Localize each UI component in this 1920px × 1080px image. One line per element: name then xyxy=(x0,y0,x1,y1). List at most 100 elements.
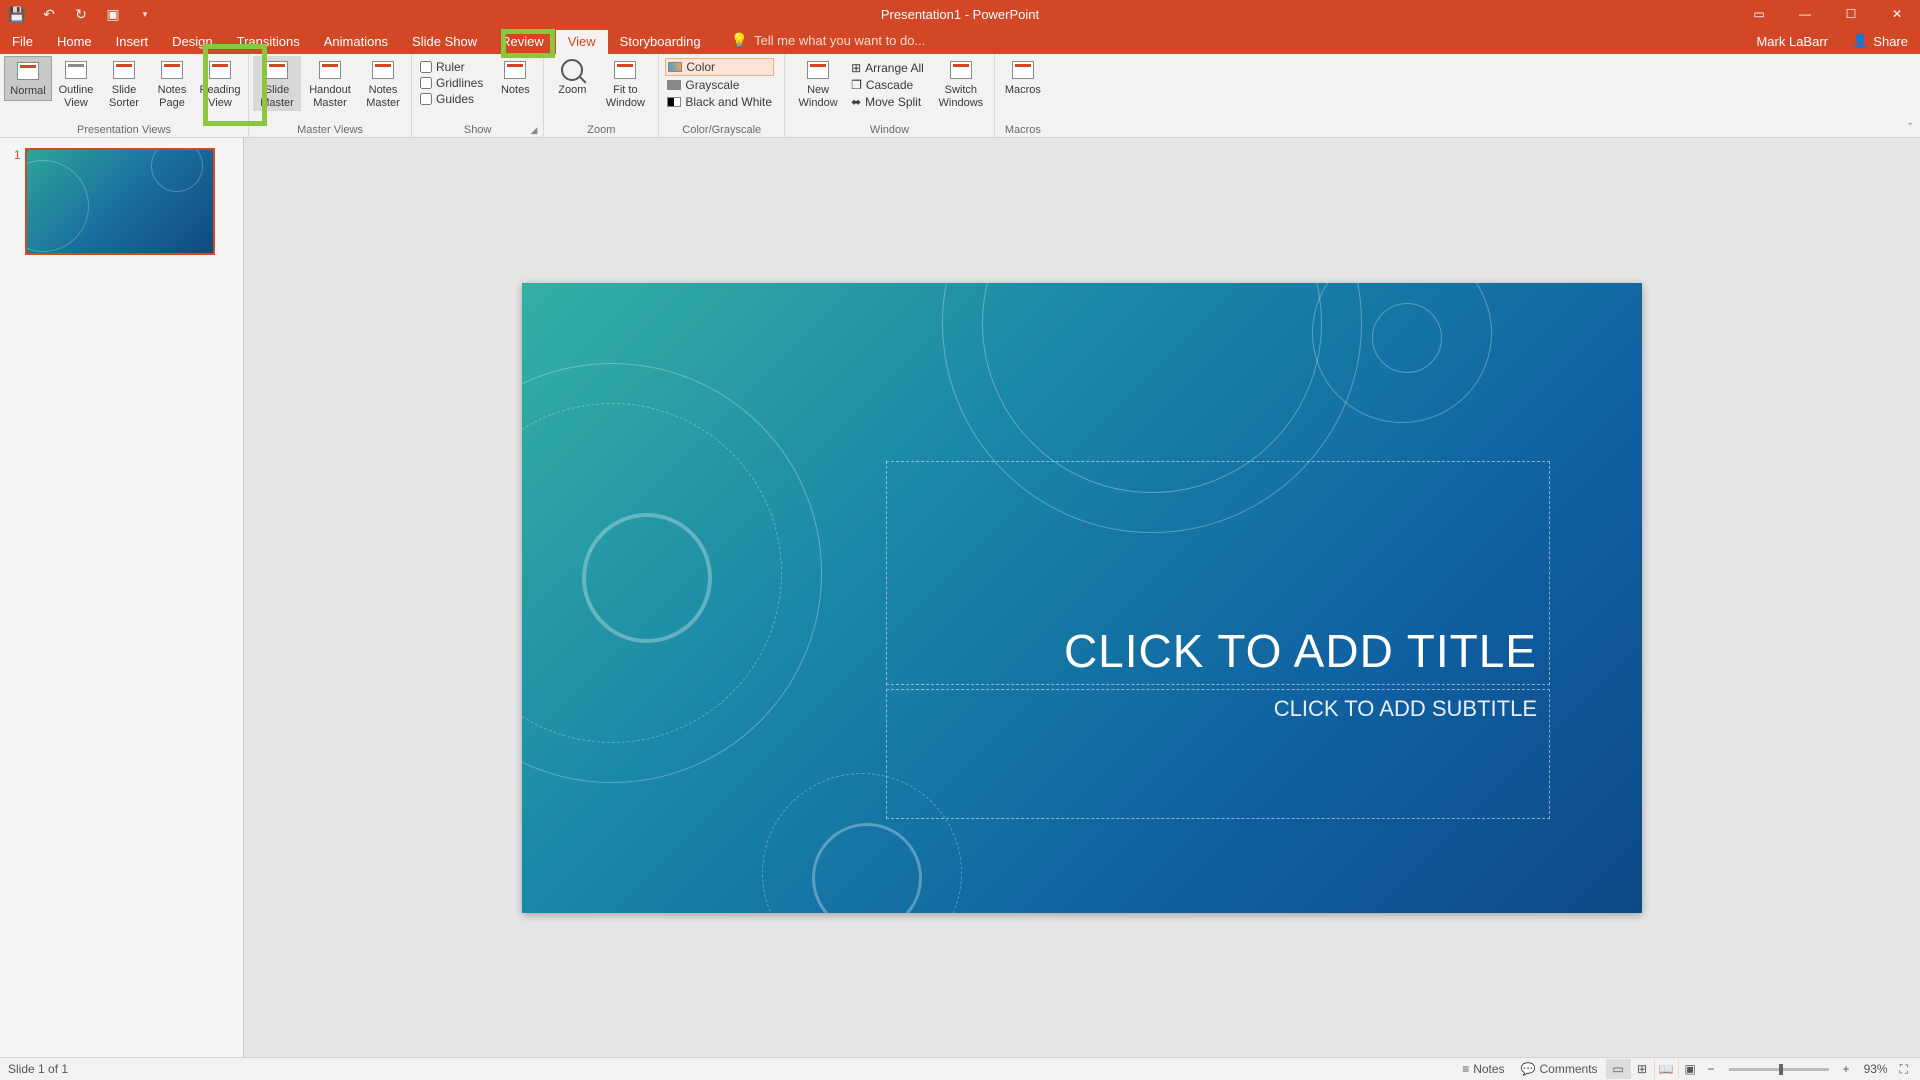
arrange-all-button[interactable]: ⊞Arrange All xyxy=(849,60,926,76)
black-white-mode-button[interactable]: Black and White xyxy=(665,94,774,110)
title-placeholder-text: CLICK TO ADD TITLE xyxy=(1064,624,1537,678)
tab-slide-show[interactable]: Slide Show xyxy=(400,30,489,54)
magnifier-icon xyxy=(561,59,583,81)
tab-storyboarding[interactable]: Storyboarding xyxy=(608,30,713,54)
new-window-label: New Window xyxy=(790,84,846,109)
tab-animations[interactable]: Animations xyxy=(312,30,400,54)
notes-button[interactable]: Notes xyxy=(491,56,539,99)
arrange-all-icon: ⊞ xyxy=(851,61,861,75)
group-macros: Macros Macros xyxy=(995,54,1051,137)
handout-master-label: Handout Master xyxy=(302,84,358,109)
collapse-ribbon-icon[interactable]: ˆ xyxy=(1908,122,1912,134)
slideshow-shortcut[interactable]: ▣ xyxy=(1678,1059,1702,1079)
zoom-button[interactable]: Zoom xyxy=(548,56,596,99)
macros-group-label: Macros xyxy=(999,124,1047,137)
reading-view-button[interactable]: Reading View xyxy=(196,56,244,111)
ribbon-display-options-icon[interactable]: ▭ xyxy=(1736,0,1782,28)
notes-master-button[interactable]: Notes Master xyxy=(359,56,407,111)
redo-icon[interactable]: ↻ xyxy=(72,5,90,23)
share-button[interactable]: 👤 Share xyxy=(1852,33,1908,54)
slide-master-button[interactable]: Slide Master xyxy=(253,56,301,111)
fit-to-window-shortcut[interactable]: ⛶ xyxy=(1896,1062,1912,1077)
group-show: Ruler Gridlines Guides Notes Show◢ xyxy=(412,54,544,137)
subtitle-placeholder[interactable]: CLICK TO ADD SUBTITLE xyxy=(886,689,1550,819)
tab-insert[interactable]: Insert xyxy=(104,30,161,54)
zoom-label: Zoom xyxy=(558,84,586,97)
switch-windows-button[interactable]: Switch Windows xyxy=(932,56,990,111)
ruler-label: Ruler xyxy=(436,60,465,74)
show-dialog-launcher-icon[interactable]: ◢ xyxy=(530,125,537,136)
macros-button[interactable]: Macros xyxy=(999,56,1047,99)
slide-sorter-shortcut[interactable]: ⊞ xyxy=(1630,1059,1654,1079)
notes-page-label: Notes Page xyxy=(149,84,195,109)
save-icon[interactable]: 💾 xyxy=(8,5,26,23)
minimize-button[interactable]: — xyxy=(1782,0,1828,28)
normal-label: Normal xyxy=(10,85,45,98)
new-window-button[interactable]: New Window xyxy=(789,56,847,111)
tab-review[interactable]: Review xyxy=(489,30,556,54)
tab-transitions[interactable]: Transitions xyxy=(225,30,312,54)
tab-home[interactable]: Home xyxy=(45,30,104,54)
start-from-beginning-icon[interactable]: ▣ xyxy=(104,5,122,23)
close-button[interactable]: ✕ xyxy=(1874,0,1920,28)
normal-view-button[interactable]: Normal xyxy=(4,56,52,101)
grayscale-swatch-icon xyxy=(667,80,681,90)
normal-view-shortcut[interactable]: ▭ xyxy=(1606,1059,1630,1079)
zoom-level[interactable]: 93% xyxy=(1856,1062,1896,1076)
gridlines-checkbox[interactable]: Gridlines xyxy=(420,76,483,90)
notes-page-button[interactable]: Notes Page xyxy=(148,56,196,111)
outline-view-button[interactable]: Outline View xyxy=(52,56,100,111)
cascade-button[interactable]: ❐Cascade xyxy=(849,77,926,93)
move-split-icon: ⬌ xyxy=(851,95,861,109)
slide-thumbnails-pane: 1 xyxy=(0,138,244,1057)
grayscale-label: Grayscale xyxy=(685,78,739,92)
tab-view[interactable]: View xyxy=(556,30,608,54)
slide-sorter-label: Slide Sorter xyxy=(101,84,147,109)
group-zoom: Zoom Fit to Window Zoom xyxy=(544,54,659,137)
zoom-slider[interactable] xyxy=(1729,1068,1829,1071)
color-label: Color xyxy=(686,60,715,74)
notes-icon: ≡ xyxy=(1462,1062,1469,1076)
color-grayscale-group-label: Color/Grayscale xyxy=(663,124,780,137)
tell-me-placeholder: Tell me what you want to do... xyxy=(754,33,925,48)
tab-file[interactable]: File xyxy=(0,30,45,54)
window-controls: ▭ — ☐ ✕ xyxy=(1736,0,1920,28)
guides-checkbox[interactable]: Guides xyxy=(420,92,483,106)
customize-qat-icon[interactable]: ▾ xyxy=(136,5,154,23)
group-window: New Window ⊞Arrange All ❐Cascade ⬌Move S… xyxy=(785,54,995,137)
group-master-views: Slide Master Handout Master Notes Master… xyxy=(249,54,412,137)
outline-view-label: Outline View xyxy=(53,84,99,109)
slide-canvas-area: CLICK TO ADD TITLE CLICK TO ADD SUBTITLE xyxy=(244,138,1920,1057)
slide-1-thumbnail[interactable] xyxy=(25,148,215,255)
zoom-in-button[interactable]: + xyxy=(1837,1062,1856,1076)
notes-label: Notes xyxy=(501,84,530,97)
move-split-button[interactable]: ⬌Move Split xyxy=(849,94,926,110)
undo-icon[interactable]: ↶ xyxy=(40,5,58,23)
notes-status-label: Notes xyxy=(1473,1062,1504,1076)
comments-toggle[interactable]: 💬Comments xyxy=(1513,1062,1606,1076)
ribbon: Normal Outline View Slide Sorter Notes P… xyxy=(0,54,1920,138)
fit-to-window-button[interactable]: Fit to Window xyxy=(596,56,654,111)
grayscale-mode-button[interactable]: Grayscale xyxy=(665,77,774,93)
reading-view-shortcut[interactable]: 📖 xyxy=(1654,1059,1678,1079)
presentation-views-group-label: Presentation Views xyxy=(4,124,244,137)
tab-design[interactable]: Design xyxy=(160,30,224,54)
color-mode-button[interactable]: Color xyxy=(665,58,774,76)
share-label: Share xyxy=(1873,34,1908,49)
cascade-label: Cascade xyxy=(866,78,913,92)
group-color-grayscale: Color Grayscale Black and White Color/Gr… xyxy=(659,54,785,137)
zoom-group-label: Zoom xyxy=(548,124,654,137)
account-name[interactable]: Mark LaBarr xyxy=(1756,34,1828,54)
tell-me-search[interactable]: 💡 Tell me what you want to do... xyxy=(731,32,926,54)
slide-counter[interactable]: Slide 1 of 1 xyxy=(8,1062,68,1076)
ruler-checkbox[interactable]: Ruler xyxy=(420,60,483,74)
title-placeholder[interactable]: CLICK TO ADD TITLE xyxy=(886,461,1550,685)
maximize-button[interactable]: ☐ xyxy=(1828,0,1874,28)
thumbnail-number: 1 xyxy=(14,148,21,162)
handout-master-button[interactable]: Handout Master xyxy=(301,56,359,111)
notes-master-label: Notes Master xyxy=(360,84,406,109)
notes-toggle[interactable]: ≡ Notes xyxy=(1454,1062,1512,1076)
slide-sorter-button[interactable]: Slide Sorter xyxy=(100,56,148,111)
slide-canvas[interactable]: CLICK TO ADD TITLE CLICK TO ADD SUBTITLE xyxy=(522,283,1642,913)
zoom-out-button[interactable]: − xyxy=(1702,1062,1721,1076)
